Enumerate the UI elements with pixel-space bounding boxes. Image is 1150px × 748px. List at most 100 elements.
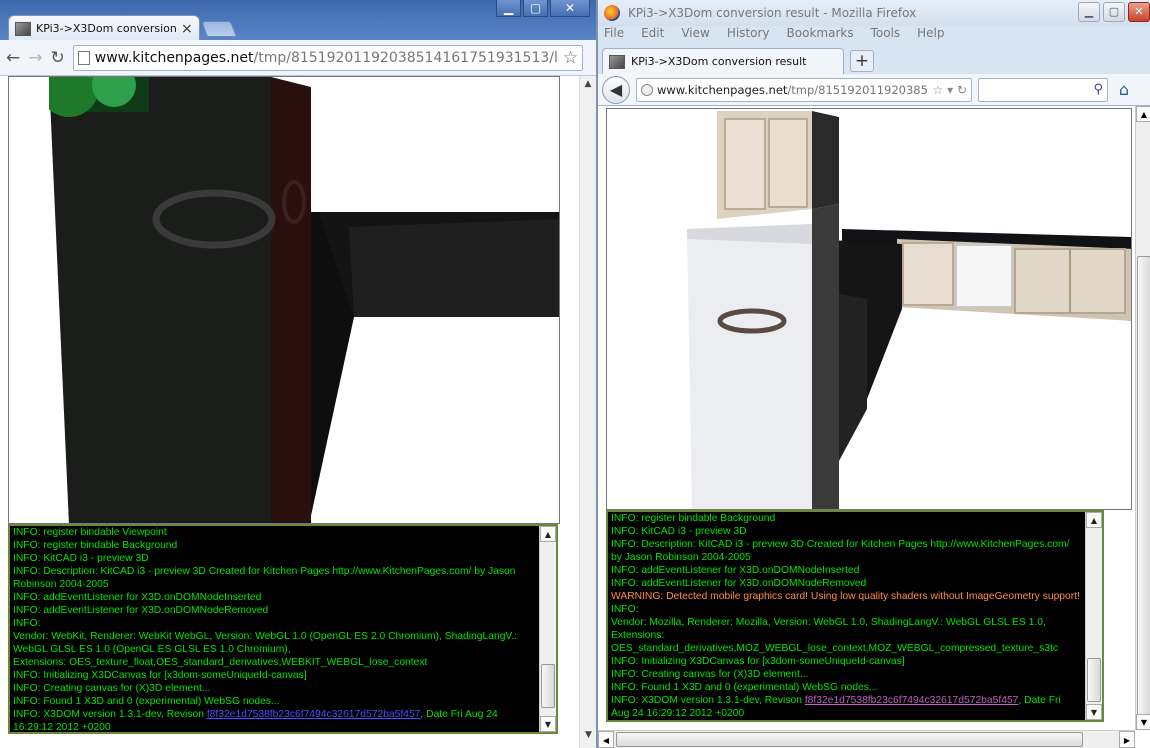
log-line: OES_standard_derivatives,MOZ_WEBGL_lose_… xyxy=(611,643,1058,654)
menu-bookmarks[interactable]: Bookmarks xyxy=(787,26,854,46)
log-line: INFO: Found 1 X3D and 0 (experimental) W… xyxy=(13,696,280,707)
bookmark-star-icon[interactable]: ☆ xyxy=(563,48,578,68)
tab-close-icon[interactable]: × xyxy=(181,21,193,37)
log-line: INFO: addEventListener for X3D.onDOMNode… xyxy=(611,565,860,576)
back-arrow-icon[interactable]: ← xyxy=(6,48,20,68)
window-title: KPi3->X3Dom conversion result - Mozilla … xyxy=(628,6,917,20)
close-window-button[interactable]: ✕ xyxy=(1128,2,1150,22)
new-tab-button[interactable]: + xyxy=(850,50,874,72)
menu-tools[interactable]: Tools xyxy=(871,26,901,46)
log-line: INFO: Creating canvas for (X)3D element.… xyxy=(611,669,809,680)
scroll-right-arrow-icon[interactable]: ▶ xyxy=(1119,731,1135,748)
scroll-up-arrow-icon[interactable]: ▲ xyxy=(580,76,596,93)
reload-icon[interactable]: ↻ xyxy=(51,48,65,68)
scroll-down-arrow-icon[interactable]: ▼ xyxy=(540,716,556,732)
maximize-button[interactable]: ▢ xyxy=(523,0,548,17)
log-line: INFO: Creating canvas for (X)3D element.… xyxy=(13,683,211,694)
firefox-tab-title: KPi3->X3Dom conversion result xyxy=(631,55,807,68)
log-lines: INFO: register bindable Background INFO:… xyxy=(611,512,1080,720)
scroll-thumb[interactable] xyxy=(541,664,555,708)
menu-file[interactable]: File xyxy=(604,26,624,46)
scroll-thumb[interactable] xyxy=(616,732,1083,747)
scroll-up-arrow-icon[interactable]: ▲ xyxy=(1086,512,1102,528)
url-host: www.kitchenpages.net xyxy=(94,49,254,66)
x3d-canvas[interactable] xyxy=(606,108,1132,510)
chrome-window: KPi3->X3Dom conversion res × ▁ ▢ ✕ ← → ↻… xyxy=(0,0,596,748)
log-line: Vendor: Mozilla, Renderer: Mozilla, Vers… xyxy=(611,617,1046,628)
log-lines: INFO: register bindable Viewpoint INFO: … xyxy=(13,526,518,733)
scroll-thumb[interactable] xyxy=(1087,658,1101,702)
omnibox[interactable]: www.kitchenpages.net/tmp/815192011920385… xyxy=(72,44,584,71)
revision-link[interactable]: f8f32e1d7538fb23c6f7494c32617d572ba5f457 xyxy=(805,695,1019,706)
log-scrollbar[interactable]: ▲ ▼ xyxy=(539,526,556,732)
log-line: INFO: KitCAD i3 - preview 3D xyxy=(13,553,149,564)
menu-edit[interactable]: Edit xyxy=(641,26,664,46)
minimize-button[interactable]: ▁ xyxy=(1078,2,1100,22)
scroll-down-arrow-icon[interactable]: ▼ xyxy=(1136,714,1150,730)
log-line: INFO: Found 1 X3D and 0 (experimental) W… xyxy=(611,682,878,693)
chrome-page-content: INFO: register bindable Viewpoint INFO: … xyxy=(0,76,596,748)
firefox-navbar: ◀ www.kitchenpages.net/tmp/8151920119203… xyxy=(598,74,1150,106)
url-text[interactable]: www.kitchenpages.net/tmp/815192011920385… xyxy=(657,83,929,97)
log-line: INFO: Description: KitCAD i3 - preview 3… xyxy=(13,566,516,577)
menu-bar: File Edit View History Bookmarks Tools H… xyxy=(598,26,1150,46)
log-line: Vendor: WebKit, Renderer: WebKit WebGL, … xyxy=(13,631,518,642)
log-line: by Jason Robinson 2004-2005 xyxy=(611,552,751,563)
log-line: WebGL GLSL ES 1.0 (OpenGL ES GLSL ES 1.0… xyxy=(13,644,291,655)
menu-view[interactable]: View xyxy=(681,26,709,46)
log-line: INFO: KitCAD i3 - preview 3D xyxy=(611,526,747,537)
page-favicon-icon xyxy=(15,21,31,36)
page-icon xyxy=(77,50,90,65)
url-path: /tmp/815192011920385141​6 xyxy=(787,82,928,97)
scroll-up-arrow-icon[interactable]: ▲ xyxy=(1136,106,1150,122)
page-favicon-icon xyxy=(609,54,625,69)
minimize-button[interactable]: ▁ xyxy=(496,0,521,17)
revision-link[interactable]: f8f32e1d7538fb23c6f7494c32617d572ba5f457 xyxy=(207,709,421,720)
log-line: INFO: Description: KitCAD i3 - preview 3… xyxy=(611,539,1070,550)
scroll-thumb[interactable] xyxy=(1137,256,1150,716)
kitchen-3d-render xyxy=(9,77,559,523)
back-arrow-icon[interactable]: ◀ xyxy=(602,75,630,104)
new-tab-button[interactable] xyxy=(201,21,237,37)
scroll-up-arrow-icon[interactable]: ▲ xyxy=(540,526,556,542)
log-scrollbar[interactable]: ▲ ▼ xyxy=(1085,512,1102,720)
chrome-tab[interactable]: KPi3->X3Dom conversion res × xyxy=(8,15,200,41)
close-window-button[interactable]: ✕ xyxy=(550,0,590,17)
log-line: INFO: addEventListener for X3D.onDOMNode… xyxy=(611,578,867,589)
home-icon[interactable]: ⌂ xyxy=(1114,80,1134,99)
forward-arrow-icon[interactable]: → xyxy=(28,48,42,68)
page-vertical-scrollbar[interactable]: ▲ ▼ xyxy=(1135,106,1150,730)
scroll-down-arrow-icon[interactable]: ▼ xyxy=(1086,704,1102,720)
url-path: /tmp/8151920119203851416175193151​3/l xyxy=(253,49,558,66)
search-icon[interactable]: ⚲ xyxy=(1093,82,1103,97)
log-line: Extensions: OES_texture_float,OES_standa… xyxy=(13,657,428,668)
log-line: INFO: register bindable Viewpoint xyxy=(13,527,167,538)
firefox-logo-icon xyxy=(604,5,620,21)
firefox-tab[interactable]: KPi3->X3Dom conversion result xyxy=(602,48,844,74)
page-horizontal-scrollbar[interactable]: ◀ ▶ xyxy=(598,730,1135,748)
chrome-tab-strip: KPi3->X3Dom conversion res × ▁ ▢ ✕ xyxy=(0,0,596,41)
firefox-titlebar: KPi3->X3Dom conversion result - Mozilla … xyxy=(598,0,1150,26)
x3dom-log-panel[interactable]: INFO: register bindable Background INFO:… xyxy=(606,510,1104,722)
log-line: INFO: xyxy=(611,604,639,615)
log-version-prefix: INFO: X3DOM version 1.3.1-dev, Revison xyxy=(13,709,207,720)
log-line: 16:29:12 2012 +0200 xyxy=(13,722,111,733)
menu-help[interactable]: Help xyxy=(917,26,944,46)
log-line: INFO: xyxy=(13,618,41,629)
log-line: INFO: Initializing X3DCanvas for [x3dom-… xyxy=(13,670,307,681)
log-line: INFO: addEventListener for X3D.onDOMNode… xyxy=(13,592,262,603)
scroll-down-arrow-icon[interactable]: ▼ xyxy=(580,727,596,744)
chrome-toolbar: ← → ↻ www.kitchenpages.net/tmp/815192011… xyxy=(0,40,596,76)
x3d-canvas[interactable] xyxy=(8,76,560,524)
scroll-left-arrow-icon[interactable]: ◀ xyxy=(598,731,614,748)
bookmark-star-icon[interactable]: ☆ ▾ ↻ xyxy=(933,83,967,97)
menu-history[interactable]: History xyxy=(727,26,770,46)
url-text[interactable]: www.kitchenpages.net/tmp/815192011920385… xyxy=(95,50,558,66)
maximize-button[interactable]: ▢ xyxy=(1103,2,1125,22)
log-line-version: INFO: X3DOM version 1.3.1-dev, Revison f… xyxy=(611,694,1080,707)
search-box[interactable]: ⚲ xyxy=(978,77,1108,102)
log-version-suffix: , Date Fri Aug 24 xyxy=(420,709,498,720)
url-bar[interactable]: www.kitchenpages.net/tmp/815192011920385… xyxy=(636,77,972,102)
page-vertical-scrollbar[interactable]: ▲ ▼ xyxy=(579,76,596,748)
x3dom-log-panel[interactable]: INFO: register bindable Viewpoint INFO: … xyxy=(8,524,558,734)
